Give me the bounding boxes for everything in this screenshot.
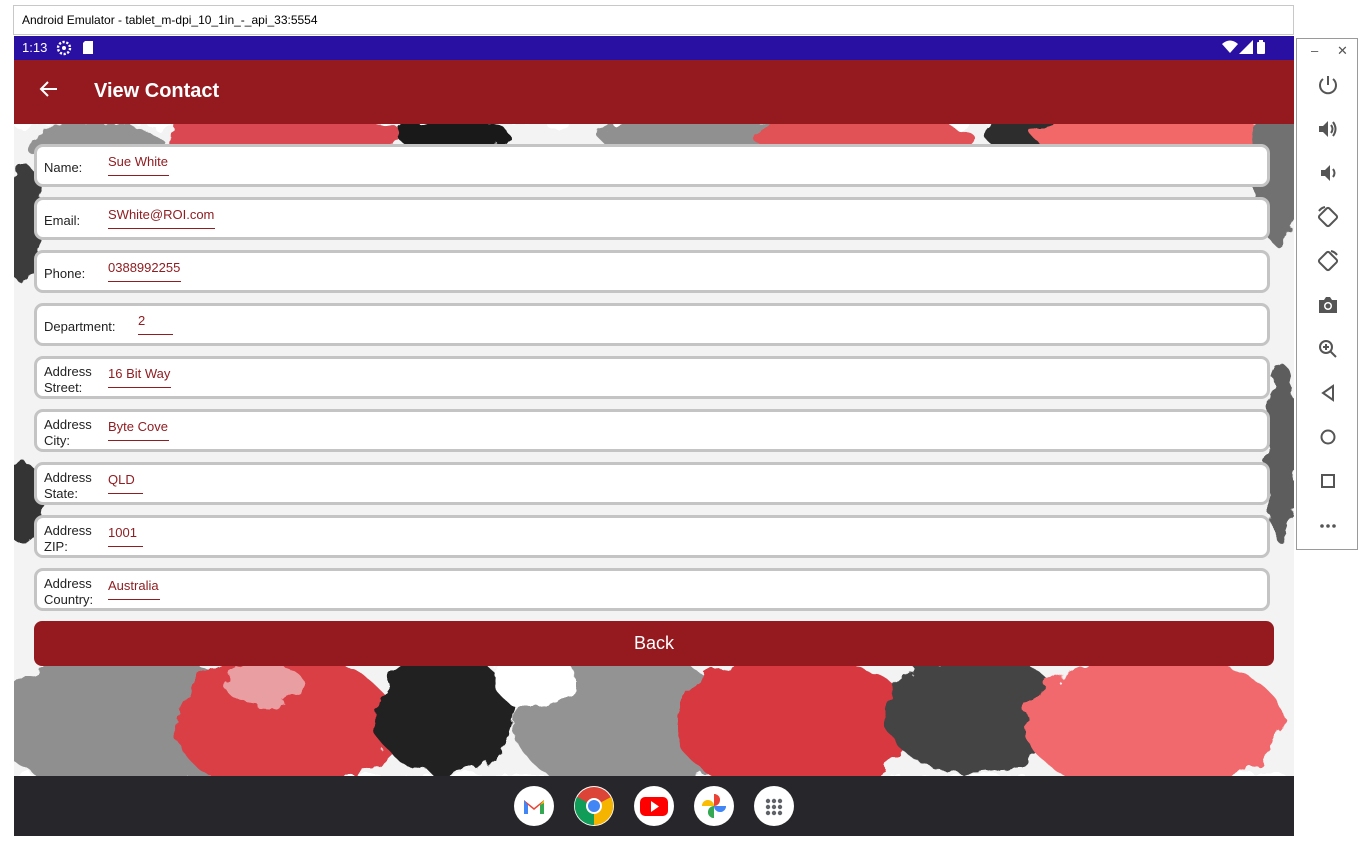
address-country-label: Address Country: xyxy=(44,576,94,607)
app-bar: View Contact xyxy=(14,60,1294,124)
zoom-icon[interactable] xyxy=(1316,337,1340,361)
back-arrow-icon[interactable] xyxy=(38,78,60,100)
status-bar: 1:13 xyxy=(14,36,1294,60)
back-button[interactable]: Back xyxy=(34,621,1274,666)
address-city-value: Byte Cove xyxy=(108,419,169,441)
emulator-control-panel: – ✕ xyxy=(1296,38,1358,550)
address-city-field-card: Address City: Byte Cove xyxy=(34,409,1270,452)
address-street-field-card: Address Street: 16 Bit Way xyxy=(34,356,1270,399)
close-icon[interactable]: ✕ xyxy=(1337,43,1348,59)
department-label: Department: xyxy=(44,319,116,334)
wifi-icon xyxy=(1222,40,1238,57)
minimize-icon[interactable]: – xyxy=(1311,43,1318,58)
address-country-value: Australia xyxy=(108,578,160,600)
status-time: 1:13 xyxy=(22,40,48,55)
name-label: Name: xyxy=(44,160,83,175)
address-state-value: QLD xyxy=(108,472,143,494)
rotate-left-icon[interactable] xyxy=(1316,205,1340,229)
youtube-icon[interactable] xyxy=(634,786,674,826)
address-zip-field-card: Address ZIP: 1001 xyxy=(34,515,1270,558)
address-street-label: Address Street: xyxy=(44,364,92,395)
page-title: View Contact xyxy=(94,80,220,102)
power-icon[interactable] xyxy=(1316,73,1340,97)
overview-square-icon[interactable] xyxy=(1316,469,1340,493)
address-street-value: 16 Bit Way xyxy=(108,366,172,388)
volume-down-icon[interactable] xyxy=(1316,161,1340,185)
department-field-card: Department: 2 xyxy=(34,303,1270,346)
device-screen: 1:13 View Contact Name: Sue White Email:… xyxy=(14,36,1294,836)
sd-card-icon xyxy=(82,40,94,58)
name-field-card: Name: Sue White xyxy=(34,144,1270,187)
signal-icon xyxy=(1239,40,1253,57)
address-zip-value: 1001 xyxy=(108,525,143,547)
phone-field-card: Phone: 0388992255 xyxy=(34,250,1270,293)
chrome-icon[interactable] xyxy=(574,786,614,826)
address-state-label: Address State: xyxy=(44,470,92,501)
email-label: Email: xyxy=(44,213,81,228)
settings-gear-icon xyxy=(56,40,72,59)
more-icon[interactable] xyxy=(1316,513,1340,537)
taskbar-dock xyxy=(14,776,1294,836)
emulator-window-title: Android Emulator - tablet_m-dpi_10_1in_-… xyxy=(13,5,1294,35)
volume-up-icon[interactable] xyxy=(1316,117,1340,141)
photos-icon[interactable] xyxy=(694,786,734,826)
home-circle-icon[interactable] xyxy=(1316,425,1340,449)
phone-label: Phone: xyxy=(44,266,86,281)
rotate-right-icon[interactable] xyxy=(1316,249,1340,273)
camera-icon[interactable] xyxy=(1316,293,1340,317)
address-country-field-card: Address Country: Australia xyxy=(34,568,1270,611)
phone-value: 0388992255 xyxy=(108,260,182,282)
department-value: 2 xyxy=(138,313,173,335)
email-field-card: Email: SWhite@ROI.com xyxy=(34,197,1270,240)
address-zip-label: Address ZIP: xyxy=(44,523,92,554)
gmail-icon[interactable] xyxy=(514,786,554,826)
email-value: SWhite@ROI.com xyxy=(108,207,216,229)
name-value: Sue White xyxy=(108,154,169,176)
address-state-field-card: Address State: QLD xyxy=(34,462,1270,505)
app-drawer-icon[interactable] xyxy=(754,786,794,826)
battery-icon xyxy=(1257,40,1265,57)
address-city-label: Address City: xyxy=(44,417,92,448)
back-triangle-icon[interactable] xyxy=(1316,381,1340,405)
content-area: Name: Sue White Email: SWhite@ROI.com Ph… xyxy=(14,124,1294,776)
